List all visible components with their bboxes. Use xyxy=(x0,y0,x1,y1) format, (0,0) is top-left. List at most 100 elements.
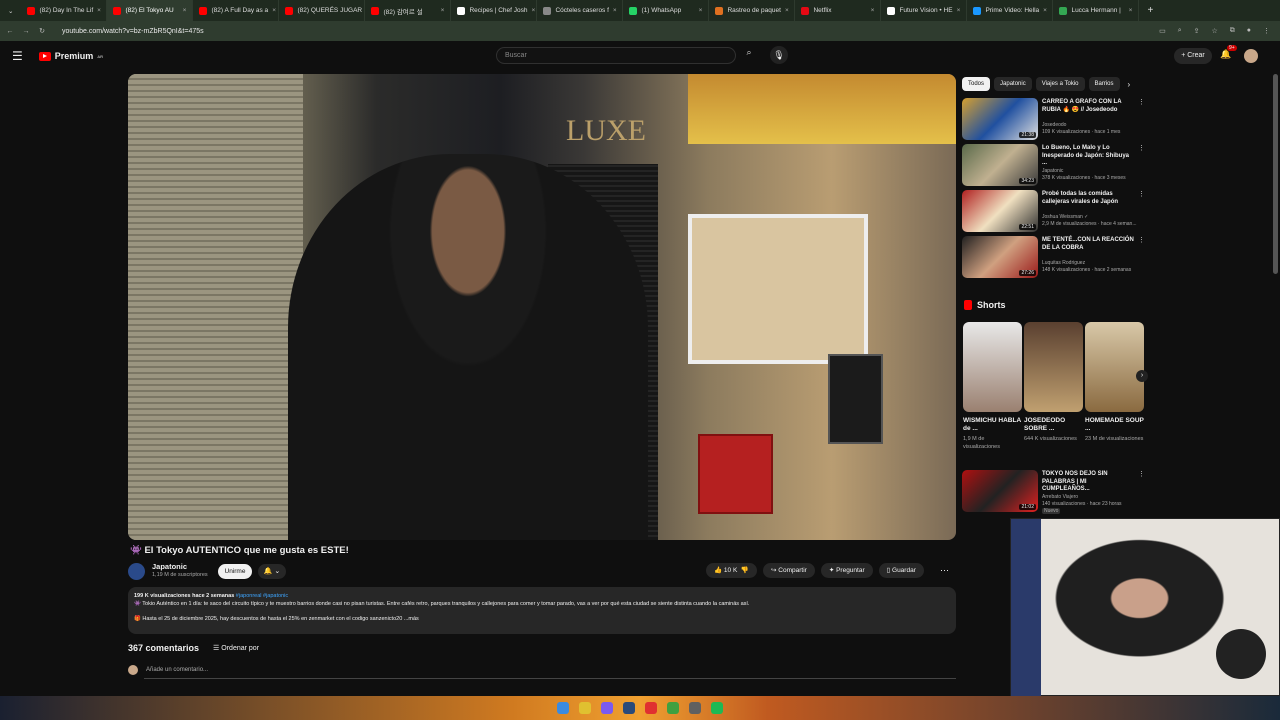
leaf-icon[interactable] xyxy=(667,702,679,714)
close-icon[interactable]: × xyxy=(613,7,617,14)
windows-icon[interactable] xyxy=(557,702,569,714)
more-options-icon[interactable]: ⋮ xyxy=(1138,144,1145,152)
browser-menu-icon[interactable]: ⋮ xyxy=(1263,27,1270,35)
related-video[interactable]: 22:51 Probé todas las comidas callejeras … xyxy=(962,190,1145,232)
browser-tab[interactable]: Prime Video: Hella × xyxy=(967,0,1054,21)
search-input[interactable]: Buscar xyxy=(496,47,736,64)
scrollbar[interactable] xyxy=(1273,74,1278,274)
join-button[interactable]: Unirme xyxy=(218,564,252,579)
hamburger-menu-icon[interactable]: ☰ xyxy=(12,49,23,63)
shorts-next-arrow-icon[interactable]: › xyxy=(1136,370,1148,382)
more-options-icon[interactable]: ⋮ xyxy=(1138,98,1145,106)
chevron-right-icon[interactable]: › xyxy=(1128,80,1131,89)
short-title: WISMICHU HABLA de ... xyxy=(963,417,1021,433)
browser-tab[interactable]: (82) A Full Day as a × xyxy=(193,0,280,21)
video-frame-sign: LUXE xyxy=(566,114,646,147)
redis-icon[interactable] xyxy=(645,702,657,714)
related-video[interactable]: 21:38 CARREO A GRAFO CON LA RUBIA 🔥 😍 // … xyxy=(962,98,1145,140)
tab-label: (82) A Full Day as a xyxy=(211,7,269,14)
browser-tab[interactable]: Cócteles caseros f × xyxy=(537,0,624,21)
reload-icon[interactable]: ↻ xyxy=(36,27,48,35)
close-icon[interactable]: × xyxy=(957,7,961,14)
bookmark-star-icon[interactable]: ☆ xyxy=(1211,27,1217,35)
close-icon[interactable]: × xyxy=(1043,7,1047,14)
description-tags[interactable]: #japonreal #japatonic xyxy=(234,593,288,599)
browser-tab[interactable]: Future Vision • HE × xyxy=(881,0,968,21)
close-icon[interactable]: × xyxy=(699,7,703,14)
zoom-icon[interactable]: ⌕ xyxy=(1178,27,1182,35)
new-badge: Nuevo xyxy=(1042,508,1061,514)
url-field[interactable]: youtube.com/watch?v=bz-mZbR5QnI&t=475s xyxy=(62,28,204,35)
thumbs-down-icon[interactable]: 👎 xyxy=(739,567,749,574)
browser-tab[interactable]: Netflix × xyxy=(795,0,882,21)
share-icon[interactable]: ⇪ xyxy=(1194,27,1200,35)
more-options-icon[interactable]: ⋮ xyxy=(1138,470,1145,478)
obs-icon[interactable] xyxy=(689,702,701,714)
tab-favicon-icon xyxy=(27,6,36,15)
related-video[interactable]: 27:26 ME TENTÉ...CON LA REACCIÓN DE LA CO… xyxy=(962,236,1145,278)
more-actions-icon[interactable]: ⋯ xyxy=(940,565,949,576)
like-button[interactable]: 👍 10 K 👎 xyxy=(706,563,757,578)
ask-button[interactable]: ✦ Preguntar xyxy=(820,563,873,578)
filter-chip[interactable]: Todos xyxy=(962,77,991,91)
back-icon[interactable]: ← xyxy=(4,28,16,35)
browser-tab[interactable]: (82) 감여르 설 × xyxy=(365,0,452,21)
ask-label: Preguntar xyxy=(836,567,865,574)
close-icon[interactable]: × xyxy=(272,7,276,14)
divider xyxy=(144,678,956,679)
close-icon[interactable]: × xyxy=(871,7,875,14)
filter-chip[interactable]: Barrios xyxy=(1088,77,1120,91)
close-icon[interactable]: × xyxy=(441,7,445,14)
forward-icon[interactable]: → xyxy=(20,28,32,35)
add-comment-input[interactable]: Añade un comentario... xyxy=(146,667,208,673)
avatar[interactable] xyxy=(1244,49,1258,63)
shorts-label: Shorts xyxy=(977,300,1006,310)
browser-tab[interactable]: Recipes | Chef Josh × xyxy=(451,0,538,21)
notifications-icon[interactable]: 🔔 9+ xyxy=(1220,45,1237,60)
tab-favicon-icon xyxy=(457,6,466,15)
channel-name[interactable]: Japatonic xyxy=(152,562,187,571)
video-player[interactable]: LUXE xyxy=(128,74,956,540)
short-item[interactable]: JOSEDEODO SOBRE ... 644 K visualizaciones xyxy=(1024,322,1083,444)
tab-label: Recipes | Chef Josh xyxy=(469,7,528,14)
filter-chip[interactable]: Japatonic xyxy=(994,77,1032,91)
share-button[interactable]: ↪ Compartir xyxy=(763,563,815,578)
browser-tab[interactable]: Rastreo de paquet × xyxy=(709,0,796,21)
browser-tab[interactable]: (82) QUERÉS JUGAR× xyxy=(279,0,366,21)
sort-button[interactable]: ☰ Ordenar por xyxy=(213,644,259,652)
browser-tab[interactable]: (82) Day In The Lif × xyxy=(21,0,108,21)
related-video[interactable]: 21:02 TOKYO NOS DEJO SIN PALABRAS | MI C… xyxy=(962,470,1145,514)
filter-chip[interactable]: Viajes a Tokio xyxy=(1035,77,1085,91)
discord-icon[interactable] xyxy=(601,702,613,714)
browser-tab[interactable]: (82) El Tokyo AU × xyxy=(107,0,194,21)
description-box[interactable]: 199 K visualizaciones hace 2 semanas #ja… xyxy=(128,587,956,634)
short-item[interactable]: HOMEMADE SOUP ... 23 M de visualizaciones xyxy=(1085,322,1144,444)
close-icon[interactable]: × xyxy=(1129,7,1133,14)
cast-icon[interactable]: ▭ xyxy=(1159,27,1166,35)
tab-search-icon[interactable]: ⌄ xyxy=(0,7,21,15)
close-icon[interactable]: × xyxy=(97,7,101,14)
more-options-icon[interactable]: ⋮ xyxy=(1138,236,1145,244)
spotify-icon[interactable] xyxy=(711,702,723,714)
create-button[interactable]: + Crear xyxy=(1174,48,1212,64)
steam-icon[interactable] xyxy=(623,702,635,714)
related-video-meta: 140 visualizaciones · hace 23 horas xyxy=(1042,501,1122,507)
browser-tab[interactable]: Lucca Hermann | × xyxy=(1053,0,1140,21)
more-options-icon[interactable]: ⋮ xyxy=(1138,190,1145,198)
extensions-icon[interactable]: ⧉ xyxy=(1230,27,1235,35)
close-icon[interactable]: × xyxy=(785,7,789,14)
short-item[interactable]: WISMICHU HABLA de ... 1,9 M de visualizac… xyxy=(963,322,1022,451)
close-icon[interactable]: × xyxy=(532,7,536,14)
youtube-logo[interactable]: Premium AR xyxy=(38,51,103,61)
profile-icon[interactable]: ● xyxy=(1247,27,1251,35)
search-icon[interactable]: ⌕ xyxy=(740,47,758,64)
save-button[interactable]: ▯ Guardar xyxy=(878,563,924,578)
channel-avatar[interactable] xyxy=(128,563,145,580)
chrome-icon[interactable] xyxy=(579,702,591,714)
related-video[interactable]: 34:23 Lo Bueno, Lo Malo y Lo Inesperado d… xyxy=(962,144,1145,186)
close-icon[interactable]: × xyxy=(183,7,187,14)
microphone-icon[interactable]: 🎙 xyxy=(770,46,788,64)
subscribe-bell-button[interactable]: 🔔 ⌄ xyxy=(258,564,286,579)
browser-tab[interactable]: (1) WhatsApp × xyxy=(623,0,710,21)
new-tab-icon[interactable]: + xyxy=(1139,5,1161,16)
